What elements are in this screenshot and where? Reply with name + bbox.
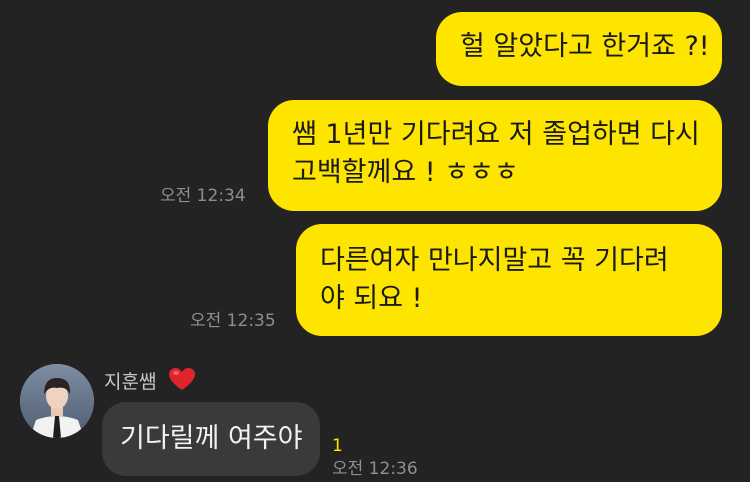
message-bubble-outgoing[interactable]: 다른여자 만나지말고 꼭 기다려 야 되요 ! bbox=[296, 224, 722, 336]
message-text-line: 야 되요 ! bbox=[320, 283, 423, 314]
sender-name-text: 지훈쌤 bbox=[104, 371, 157, 393]
sender-name: 지훈쌤 bbox=[104, 368, 195, 398]
message-text-line: 쌤 1년만 기다려요 저 졸업하면 다시 bbox=[292, 119, 700, 150]
message-bubble-incoming[interactable]: 기다릴께 여주야 bbox=[102, 402, 320, 476]
message-text-line: 다른여자 만나지말고 꼭 기다려 bbox=[320, 245, 669, 276]
message-timestamp: 오전 12:34 bbox=[160, 186, 246, 206]
message-timestamp: 오전 12:35 bbox=[190, 311, 276, 331]
message-bubble-outgoing[interactable]: 쌤 1년만 기다려요 저 졸업하면 다시 고백할께요 ! ㅎㅎㅎ bbox=[268, 100, 722, 211]
avatar-photo bbox=[20, 364, 94, 438]
message-timestamp: 오전 12:36 bbox=[332, 459, 418, 479]
message-text: 헐 알았다고 한거죠 ?! bbox=[460, 31, 710, 62]
avatar[interactable] bbox=[20, 364, 94, 438]
unread-count: 1 bbox=[332, 436, 343, 456]
message-text: 기다릴께 여주야 bbox=[120, 423, 303, 454]
message-text-line: 고백할께요 ! ㅎㅎㅎ bbox=[292, 157, 519, 188]
message-bubble-outgoing[interactable]: 헐 알았다고 한거죠 ?! bbox=[436, 12, 722, 86]
heart-icon bbox=[168, 368, 195, 398]
